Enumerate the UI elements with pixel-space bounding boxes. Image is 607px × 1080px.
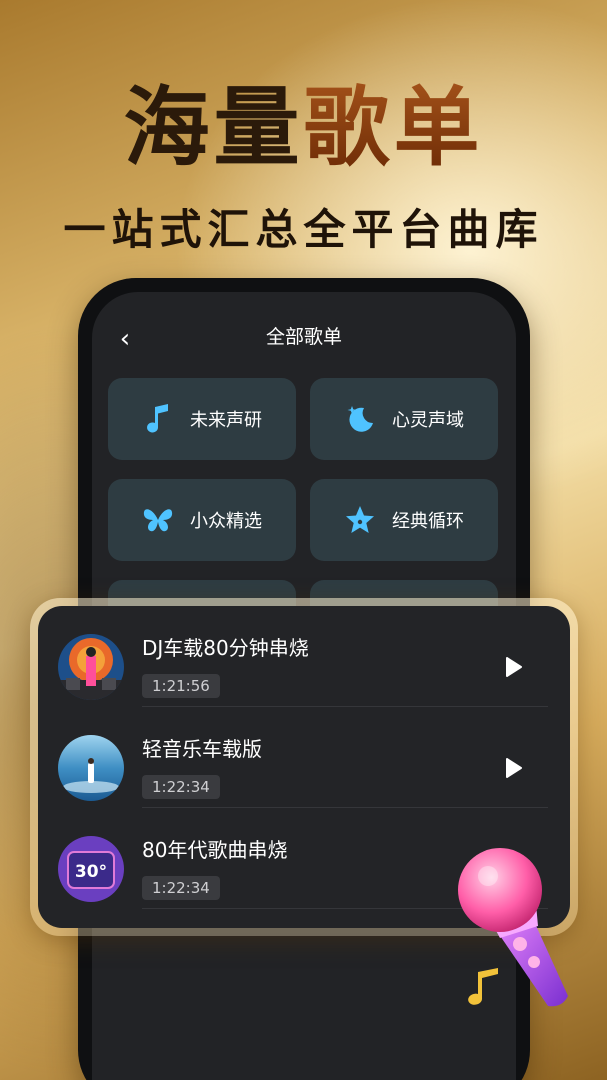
cover-text: 30°: [75, 862, 107, 882]
category-label: 经典循环: [392, 511, 464, 532]
playlist-title: DJ车载80分钟串烧: [142, 636, 309, 660]
subheadline: 一站式汇总全平台曲库: [63, 205, 544, 254]
playlist-cover: 30°: [58, 836, 124, 902]
playlist-title: 80年代歌曲串烧: [142, 838, 288, 862]
page-title: 全部歌单: [265, 326, 342, 348]
headline-part1: 海量: [123, 78, 304, 178]
playlist-duration: 1:22:34: [142, 775, 220, 799]
play-icon[interactable]: [500, 755, 526, 781]
category-tile-classic[interactable]: 经典循环: [310, 479, 498, 561]
category-label: 心灵声域: [392, 410, 464, 431]
music-note-decoration-icon: [468, 968, 498, 1005]
playlist-duration: 1:21:56: [142, 674, 220, 698]
butterfly-icon: [142, 504, 174, 536]
playlist-cover: [58, 735, 124, 801]
playlist-duration: 1:22:34: [142, 876, 220, 900]
headline-part2: 歌单: [303, 78, 484, 178]
category-tile-future[interactable]: 未来声研: [108, 378, 296, 460]
play-icon[interactable]: [500, 654, 526, 680]
moon-star-icon: [344, 403, 376, 435]
playlist-row[interactable]: 轻音乐车载版 1:22:34: [38, 707, 570, 808]
category-tile-soul[interactable]: 心灵声域: [310, 378, 498, 460]
category-label: 小众精选: [190, 511, 262, 532]
playlist-cover: [58, 634, 124, 700]
playlist-row[interactable]: DJ车载80分钟串烧 1:21:56: [38, 606, 570, 707]
headline: 海量歌单: [0, 78, 607, 178]
music-note-icon: [142, 403, 174, 435]
category-tile-niche[interactable]: 小众精选: [108, 479, 296, 561]
category-label: 未来声研: [190, 410, 262, 431]
playlist-title: 轻音乐车载版: [142, 737, 262, 761]
star-icon: [344, 504, 376, 536]
